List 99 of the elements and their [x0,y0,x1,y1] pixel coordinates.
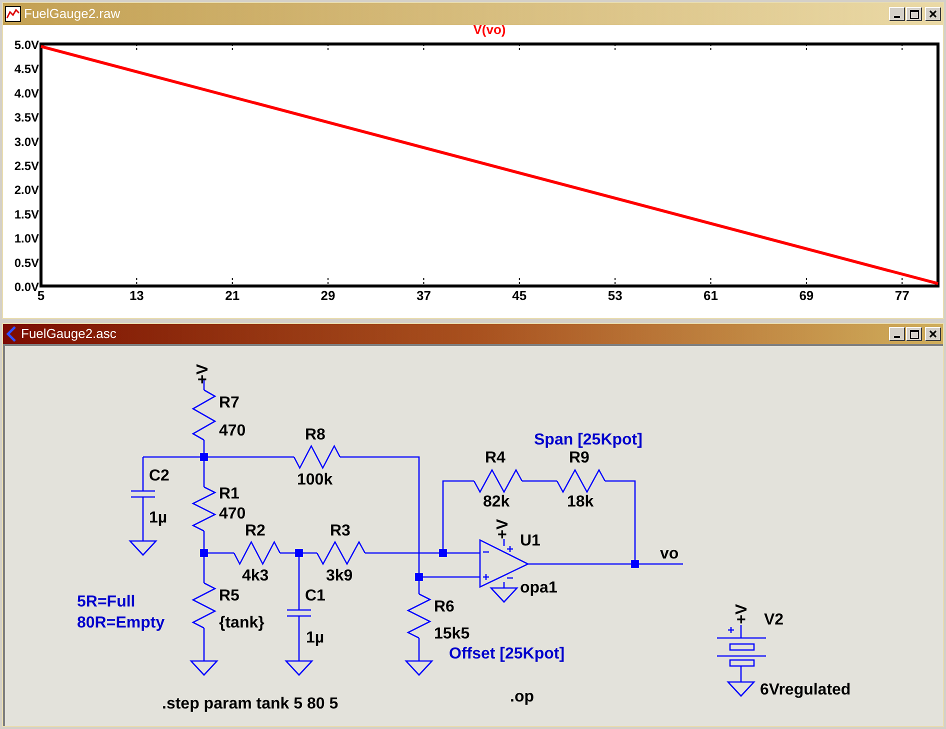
battery-symbol [716,626,767,667]
wire [203,379,205,390]
component-value: {tank} [219,614,264,632]
axis-tick-label: 4.5V [14,62,39,76]
schematic-icon [5,326,17,342]
resistor-symbol [473,468,523,494]
resistor-symbol [316,540,366,566]
schematic-comment: 5R=Full [77,594,136,610]
axis-tick-label: 77 [894,288,910,303]
axis-tick-label: 1.0V [14,232,39,246]
wire [740,625,742,638]
maximize-icon [910,330,918,338]
wire [740,666,742,682]
axis-tick-label: 0.5V [14,256,39,270]
wire [503,539,505,546]
resistor-symbol [192,389,216,441]
window-title: FuelGauge2.raw [24,5,122,24]
component-value: 15k5 [434,626,470,642]
axis-tick-label: 4.0V [14,86,39,100]
wire [203,628,205,661]
waveform-icon [5,6,21,22]
supply-label: +V [194,364,212,384]
maximize-button[interactable] [906,327,922,341]
ground-symbol [284,660,314,676]
net-label: vo [660,546,679,562]
resistor-symbol [192,486,216,532]
wire [503,582,505,588]
component-reference: R4 [485,450,506,466]
ground-symbol [128,540,158,556]
close-icon [929,10,937,18]
axis-tick-label: 37 [416,288,431,303]
spice-directive: .step param tank 5 80 5 [162,696,338,712]
axis-tick-label: 2.5V [14,159,39,173]
ground-symbol [404,660,434,676]
component-value: 100k [297,472,333,488]
resistor-symbol [192,582,216,629]
axis-tick-label: 5 [37,288,45,303]
wire [522,480,557,482]
component-value: 4k3 [242,568,269,584]
capacitor-symbol [287,609,311,617]
component-value: 470 [219,506,246,522]
component-value: 82k [483,494,510,510]
window-title: FuelGauge2.asc [21,325,118,344]
resistor-symbol [406,593,432,639]
component-reference: R9 [569,450,590,466]
component-reference: R7 [219,394,240,412]
component-value: 18k [567,494,594,510]
component-reference: C2 [149,468,170,484]
schematic-comment: Offset [25Kpot] [449,646,565,662]
close-button[interactable] [925,327,941,341]
component-value: 470 [219,422,246,440]
component-reference: R5 [219,588,240,604]
component-reference: C1 [305,588,326,604]
resistor-symbol [293,444,341,470]
ground-symbol [190,660,218,676]
axis-tick-label: 0.0V [14,280,39,294]
schematic-comment: 80R=Empty [77,614,165,632]
wire [298,616,300,661]
close-button[interactable] [925,7,941,21]
ground-symbol [726,681,756,697]
axis-tick-label: 3.0V [14,134,39,149]
wire [418,638,420,661]
resistor-symbol [233,540,281,566]
supply-label: +V [494,518,512,539]
supply-label: +V [734,604,750,624]
component-reference: R2 [245,522,266,540]
component-value: opa1 [520,580,558,596]
close-icon [929,330,937,338]
component-reference: U1 [520,532,540,550]
schematic-comment: Span [25Kpot] [534,432,642,448]
component-reference: R3 [330,522,350,540]
axis-tick-label: 53 [608,288,622,303]
axis-tick-label: 29 [320,288,336,303]
ground-symbol [490,587,518,603]
wire [142,497,144,541]
maximize-icon [910,10,918,18]
axis-tick-label: 1.5V [14,207,39,222]
resistor-symbol [556,468,606,494]
minimize-button[interactable] [889,327,905,341]
component-reference: V2 [764,612,784,628]
axis-tick-label: 13 [129,288,144,303]
axis-tick-label: 61 [704,288,718,303]
capacitor-symbol [131,490,155,498]
component-value: 3k9 [326,568,353,584]
component-value: 1µ [149,510,168,526]
axis-tick-label: 21 [225,288,240,303]
axis-tick-label: 2.0V [14,183,39,198]
minimize-button[interactable] [889,7,905,21]
axis-tick-label: 3.5V [14,110,39,125]
component-reference: R6 [434,598,454,616]
axis-tick-label: 45 [512,288,527,303]
component-value: 6Vregulated [760,682,851,698]
maximize-button[interactable] [906,7,922,21]
axis-tick-label: 5.0V [14,38,39,52]
axis-tick-label: 69 [799,288,814,303]
spice-directive: .op [510,688,534,706]
component-value: 1µ [306,630,324,646]
component-reference: R8 [305,426,326,444]
component-reference: R1 [219,486,240,502]
